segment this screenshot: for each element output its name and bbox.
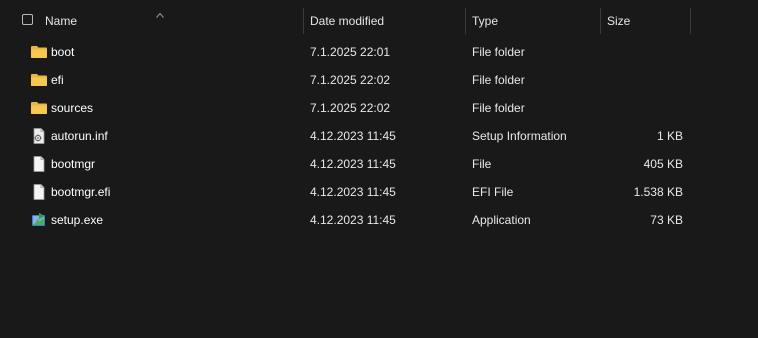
column-header-type[interactable]: Type bbox=[472, 8, 498, 34]
file-size: 1.538 KB bbox=[633, 185, 683, 199]
column-divider[interactable] bbox=[690, 8, 691, 34]
file-type: File folder bbox=[472, 73, 525, 87]
list-item[interactable]: sources 7.1.2025 22:02 File folder bbox=[0, 94, 758, 122]
file-explorer-list-view: Name Date modified Type Size boot 7.1.20… bbox=[0, 0, 758, 338]
file-type: EFI File bbox=[472, 185, 514, 199]
file-name: bootmgr.efi bbox=[51, 185, 111, 199]
column-divider[interactable] bbox=[303, 8, 304, 34]
file-list: boot 7.1.2025 22:01 File folder efi 7.1.… bbox=[0, 38, 758, 234]
setup-info-file-icon bbox=[33, 128, 45, 144]
list-item[interactable]: setup.exe 4.12.2023 11:45 Application 73… bbox=[0, 206, 758, 234]
setup-application-icon bbox=[32, 212, 45, 226]
list-item[interactable]: efi 7.1.2025 22:02 File folder bbox=[0, 66, 758, 94]
file-date-modified: 4.12.2023 11:45 bbox=[310, 185, 396, 199]
column-header-date-modified[interactable]: Date modified bbox=[310, 8, 384, 34]
file-date-modified: 4.12.2023 11:45 bbox=[310, 157, 396, 171]
file-date-modified: 7.1.2025 22:02 bbox=[310, 73, 391, 87]
file-size: 73 KB bbox=[650, 213, 683, 227]
file-size: 1 KB bbox=[656, 129, 683, 143]
file-type: File folder bbox=[472, 101, 525, 115]
file-type: File bbox=[472, 157, 492, 171]
folder-icon bbox=[31, 74, 47, 86]
file-icon bbox=[33, 184, 45, 200]
file-size: 405 KB bbox=[643, 157, 683, 171]
column-header-bar: Name Date modified Type Size bbox=[0, 8, 758, 34]
file-name: bootmgr bbox=[51, 157, 96, 171]
file-date-modified: 7.1.2025 22:02 bbox=[310, 101, 391, 115]
column-header-name[interactable]: Name bbox=[45, 8, 77, 34]
select-all-checkbox[interactable] bbox=[22, 14, 33, 25]
column-header-size[interactable]: Size bbox=[607, 8, 630, 34]
file-type: File folder bbox=[472, 45, 525, 59]
folder-icon bbox=[31, 102, 47, 114]
list-item[interactable]: bootmgr 4.12.2023 11:45 File 405 KB bbox=[0, 150, 758, 178]
column-divider[interactable] bbox=[465, 8, 466, 34]
file-name: autorun.inf bbox=[51, 129, 108, 143]
list-item[interactable]: autorun.inf 4.12.2023 11:45 Setup Inform… bbox=[0, 122, 758, 150]
file-date-modified: 4.12.2023 11:45 bbox=[310, 213, 396, 227]
column-divider[interactable] bbox=[600, 8, 601, 34]
folder-icon bbox=[31, 46, 47, 58]
file-type: Application bbox=[472, 213, 531, 227]
file-type: Setup Information bbox=[472, 129, 567, 143]
file-date-modified: 7.1.2025 22:01 bbox=[310, 45, 391, 59]
file-name: efi bbox=[51, 73, 64, 87]
file-date-modified: 4.12.2023 11:45 bbox=[310, 129, 396, 143]
file-name: sources bbox=[51, 101, 94, 115]
list-item[interactable]: boot 7.1.2025 22:01 File folder bbox=[0, 38, 758, 66]
file-icon bbox=[33, 156, 45, 172]
file-name: setup.exe bbox=[51, 213, 104, 227]
sort-ascending-icon bbox=[156, 12, 164, 18]
list-item[interactable]: bootmgr.efi 4.12.2023 11:45 EFI File 1.5… bbox=[0, 178, 758, 206]
file-name: boot bbox=[51, 45, 75, 59]
